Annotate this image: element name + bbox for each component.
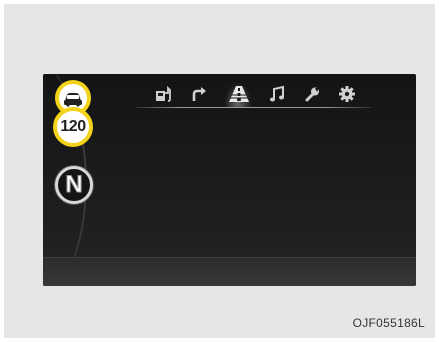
cluster-display: 120 N — [43, 74, 416, 286]
wrench-icon[interactable] — [303, 85, 323, 103]
turn-by-turn-arrow-icon[interactable] — [189, 85, 209, 103]
gear-position-value: N — [65, 171, 83, 198]
gear-position-indicator: N — [55, 166, 93, 204]
speed-limit-value: 120 — [60, 118, 86, 135]
music-note-icon[interactable] — [267, 85, 287, 103]
driving-info-icon[interactable] — [153, 85, 173, 103]
figure-frame: 120 N OJF055186L — [4, 4, 435, 338]
display-bottom-strip — [43, 257, 416, 286]
figure-code-label: OJF055186L — [352, 316, 425, 330]
gear-icon[interactable] — [337, 85, 357, 103]
speed-limit-sign: 120 — [53, 107, 93, 147]
cluster-menu-bar — [135, 82, 371, 108]
menu-underline — [135, 107, 371, 108]
driver-assistance-road-icon[interactable] — [228, 85, 249, 103]
